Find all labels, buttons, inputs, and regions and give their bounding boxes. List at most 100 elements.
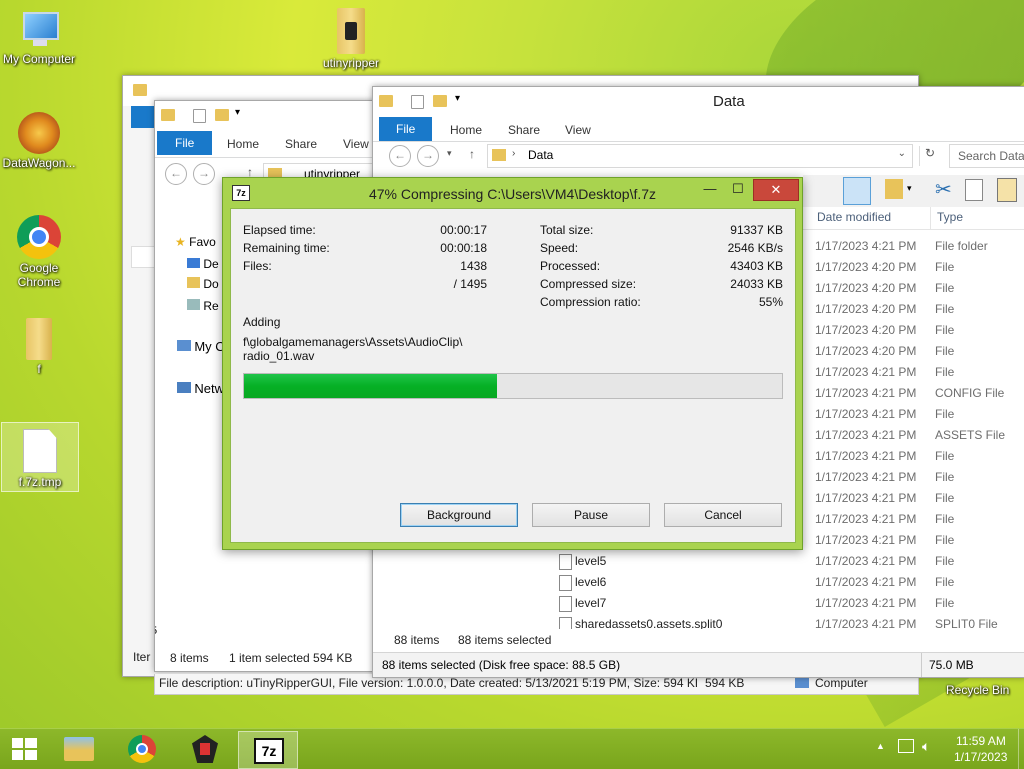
taskbar-7zip[interactable]: 7z — [238, 731, 298, 769]
file-name: sharedassets0.assets.split0 — [575, 617, 723, 629]
column-date-modified[interactable]: Date modified — [817, 210, 891, 224]
clock-date[interactable]: 1/17/2023 — [954, 750, 1007, 764]
file-date: 1/17/2023 4:21 PM — [815, 533, 917, 547]
close-button[interactable]: ✕ — [753, 179, 799, 201]
file-date: 1/17/2023 4:21 PM — [815, 617, 917, 629]
file-type: File — [935, 575, 955, 589]
pause-button[interactable]: Pause — [532, 503, 650, 527]
address-bar[interactable]: › Data ⌄ — [487, 144, 913, 168]
file-icon — [559, 617, 572, 629]
stat-label: Processed: — [540, 259, 601, 273]
file-type: File — [935, 281, 955, 295]
file-row[interactable]: level5 1/17/2023 4:21 PM File — [553, 551, 1023, 572]
file-type: CONFIG File — [935, 386, 1005, 400]
desktop-icon-f-7z-tmp[interactable]: f.7z.tmp — [1, 422, 79, 492]
desktop-icon-datawagon[interactable]: DataWagon... — [0, 112, 78, 170]
tab-home[interactable]: Home — [436, 117, 496, 139]
folder-icon — [133, 84, 147, 96]
file-description: File description: uTinyRipperGUI, File v… — [159, 676, 697, 690]
nav-item-recent[interactable]: Re — [187, 299, 219, 313]
show-hidden-icons[interactable]: ▲ — [876, 741, 885, 751]
file-type: ASSETS File — [935, 428, 1006, 442]
recent-locations-icon[interactable]: ▾ — [447, 148, 452, 159]
file-type: File — [935, 365, 955, 379]
tab-file[interactable]: File — [379, 117, 433, 141]
file-date: 1/17/2023 4:21 PM — [815, 575, 917, 589]
clock-time[interactable]: 11:59 AM — [956, 734, 1006, 748]
progress-bar — [243, 373, 783, 399]
taskbar-utinyripper[interactable] — [176, 731, 234, 767]
desktop-icon-my-computer[interactable]: My Computer — [0, 10, 78, 66]
cut-icon[interactable]: ✂ — [935, 177, 952, 202]
nav-item-downloads[interactable]: Do — [187, 277, 219, 291]
file-row[interactable]: sharedassets0.assets.split0 1/17/2023 4:2… — [553, 614, 1023, 629]
stat-value: 00:00:18 — [440, 241, 487, 255]
paste-icon[interactable] — [997, 178, 1017, 202]
search-box[interactable]: Search Data — [949, 144, 1024, 168]
breadcrumb-separator-icon: › — [512, 148, 516, 159]
tab-home[interactable]: Home — [213, 131, 273, 153]
chevron-down-icon[interactable]: ⌄ — [898, 148, 906, 159]
tab-file[interactable]: File — [157, 131, 213, 155]
progress-bar-fill — [244, 374, 497, 398]
chevron-down-icon[interactable]: ▾ — [455, 93, 460, 104]
nav-item-desktop[interactable]: De — [187, 257, 219, 271]
stat-value: 24033 KB — [730, 277, 783, 291]
stat-label: Compressed size: — [540, 277, 637, 291]
file-date: 1/17/2023 4:21 PM — [815, 365, 917, 379]
cancel-button[interactable]: Cancel — [664, 503, 782, 527]
layout-icon[interactable] — [885, 179, 903, 199]
tab-share[interactable]: Share — [494, 117, 554, 139]
forward-button[interactable]: → — [417, 145, 439, 167]
nav-item-my-computer[interactable]: My C — [177, 339, 225, 354]
folder-icon — [26, 318, 52, 360]
tab-view[interactable]: View — [551, 117, 605, 139]
stat-value: 43403 KB — [730, 259, 783, 273]
maximize-button[interactable]: ☐ — [725, 178, 751, 200]
row-count-fragment: 5 — [155, 625, 157, 637]
adding-label: Adding — [243, 315, 281, 329]
computer-icon — [19, 10, 59, 50]
start-button[interactable] — [12, 738, 38, 760]
up-icon[interactable]: ↑ — [469, 147, 475, 161]
refresh-icon[interactable]: ↻ — [919, 146, 940, 166]
folder-icon — [337, 8, 365, 54]
taskbar-file-explorer[interactable] — [50, 731, 108, 767]
nav-item-network[interactable]: Netw — [177, 381, 224, 396]
nav-item-label: My C — [194, 339, 225, 354]
show-desktop-button[interactable] — [1018, 729, 1024, 769]
file-row[interactable]: level6 1/17/2023 4:21 PM File — [553, 572, 1023, 593]
minimize-button[interactable]: — — [697, 178, 723, 200]
desktop-icon — [187, 258, 200, 268]
chevron-down-icon[interactable]: ▾ — [235, 107, 240, 118]
chevron-down-icon[interactable]: ▾ — [907, 183, 912, 194]
tab-share[interactable]: Share — [271, 131, 331, 153]
windows-logo-icon-part — [25, 750, 37, 760]
file-date: 1/17/2023 4:20 PM — [815, 260, 917, 274]
desktop-icon-google-chrome[interactable]: Google Chrome — [0, 215, 78, 289]
nav-item-label: Netw — [194, 381, 224, 396]
adding-path-line-1: f\globalgamemanagers\Assets\AudioClip\ — [243, 335, 463, 349]
nav-item-favorites[interactable]: ★ Favo — [175, 235, 216, 249]
column-type[interactable]: Type — [937, 210, 963, 224]
file-icon — [559, 596, 572, 612]
back-button[interactable]: ← — [165, 163, 187, 185]
background-button[interactable]: Background — [400, 503, 518, 527]
recycle-bin-label[interactable]: Recycle Bin — [946, 683, 1009, 697]
compress-progress-dialog[interactable]: 7z 47% Compressing C:\Users\VM4\Desktop\… — [222, 177, 803, 550]
desktop-icon-f[interactable]: f — [0, 318, 78, 376]
network-icon[interactable] — [898, 739, 914, 753]
file-type: File — [935, 596, 955, 610]
file-row[interactable]: level7 1/17/2023 4:21 PM File — [553, 593, 1023, 614]
copy-icon[interactable] — [965, 179, 983, 201]
forward-button[interactable]: → — [193, 163, 215, 185]
volume-icon[interactable]: 🔈︎ — [922, 738, 930, 755]
star-icon: ★ — [175, 235, 186, 249]
details-text: 88 items selected (Disk free space: 88.5… — [382, 658, 621, 672]
desktop-icon-utinyripper[interactable]: utinyripper — [312, 8, 390, 70]
back-button[interactable]: ← — [389, 145, 411, 167]
taskbar-chrome[interactable] — [114, 731, 172, 767]
preview-pane-icon[interactable] — [843, 177, 871, 205]
file-date: 1/17/2023 4:21 PM — [815, 596, 917, 610]
file-type: File — [935, 533, 955, 547]
